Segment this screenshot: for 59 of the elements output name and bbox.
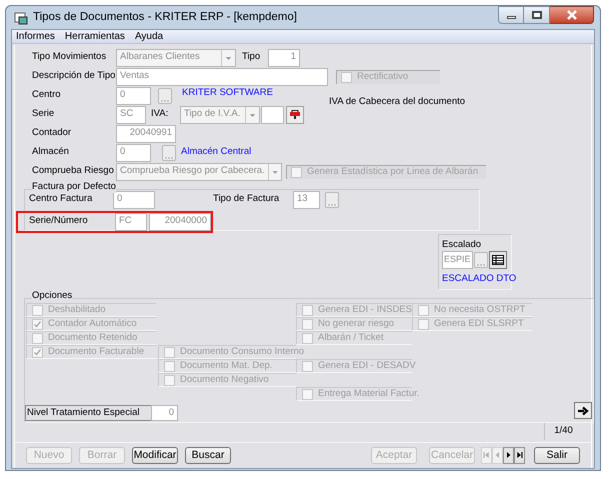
warehouse-link[interactable]: Almacén Central [181, 145, 252, 160]
field-label: Tipo [242, 50, 262, 64]
field-label: Comprueba Riesgo [32, 164, 115, 178]
menu-item[interactable]: Herramientas [64, 29, 125, 44]
checkbox-label: Genera EDI - INSDES [318, 302, 412, 317]
field-label: Centro Factura [29, 192, 94, 206]
checkbox-label: Documento Retenido [48, 330, 138, 345]
invoice-series-field[interactable]: FC [115, 212, 147, 230]
field-label: Contador [32, 126, 72, 140]
center-field[interactable]: 0 [116, 86, 151, 104]
menu-item[interactable]: Informes [16, 29, 55, 44]
field-label: Descripción de Tipo [32, 69, 116, 84]
scaling-field[interactable]: ESPIE [442, 251, 473, 269]
field-label: Tipo Movimientos [32, 50, 108, 64]
checkbox-label: No necesita OSTRPT [434, 302, 526, 317]
group-title: Factura por Defecto [32, 181, 116, 193]
checkbox-label: Rectificativo [357, 70, 408, 84]
checkbox-label: No generar riesgo [318, 316, 394, 331]
field-label: Serie/Número [29, 214, 89, 228]
checkbox-label: Contador Automático [48, 316, 137, 331]
field-label: Escalado [442, 238, 482, 251]
checkbox-label: Documento Mat. Dep. [180, 358, 272, 373]
action-button[interactable]: Salir [534, 447, 580, 464]
description-field[interactable]: Ventas [116, 68, 328, 86]
field-label: Centro [32, 88, 62, 102]
record-counter: 1/40 [544, 423, 582, 440]
series-field[interactable]: SC [116, 106, 146, 124]
vat-type-select[interactable]: Tipo de I.V.A. [180, 106, 260, 124]
menu-item[interactable]: Ayuda [134, 29, 164, 44]
field-label: Tipo de Factura [213, 192, 280, 206]
checkbox-label: Entrega Material Factur. [318, 386, 420, 401]
checkbox-label: Genera Estadística por Linea de Albarán [307, 164, 478, 179]
risk-check-select[interactable]: Comprueba Riesgo por Cabecera. [116, 162, 282, 180]
company-link[interactable]: KRITER SOFTWARE [182, 86, 273, 101]
field-label: IVA de Cabecera del documento [328, 95, 466, 110]
invoice-center-field[interactable]: 0 [113, 190, 155, 208]
checkbox-label: Deshabilitado [48, 302, 106, 317]
field-label: IVA: [151, 107, 170, 122]
invoice-number-field[interactable]: 20040000 [149, 212, 211, 230]
warehouse-field[interactable]: 0 [116, 144, 151, 162]
checkbox-label: Genera EDI - DESADV [318, 358, 416, 373]
checkbox-label: Documento Negativo [180, 372, 269, 387]
invoice-type-field[interactable]: 13 [293, 190, 320, 208]
field-label: Nivel Tratamiento Especial [27, 406, 140, 420]
checkbox-label: Documento Facturable [48, 344, 144, 359]
action-button[interactable]: Buscar [185, 447, 231, 464]
window-title: Tipos de Documentos - KRITER ERP - [kempdemo] [33, 10, 297, 25]
special-level-field[interactable]: 0 [151, 405, 178, 421]
scaling-link[interactable]: ESCALADO DTO [442, 272, 516, 285]
group-title: Opciones [32, 290, 72, 302]
checkbox-label: Albarán / Ticket [318, 330, 384, 345]
field-label: Serie [32, 107, 56, 122]
checkbox-label: Genera EDI SLSRPT [434, 316, 524, 331]
field-label: Almacén [32, 145, 70, 160]
action-button[interactable]: Modificar [132, 447, 178, 464]
counter-field[interactable]: 20040991 [116, 124, 176, 142]
movement-type-select[interactable]: Albaranes Clientes [116, 48, 236, 66]
type-field[interactable]: 1 [268, 48, 300, 66]
checkbox-label: Documento Consumo Interno [180, 344, 304, 359]
